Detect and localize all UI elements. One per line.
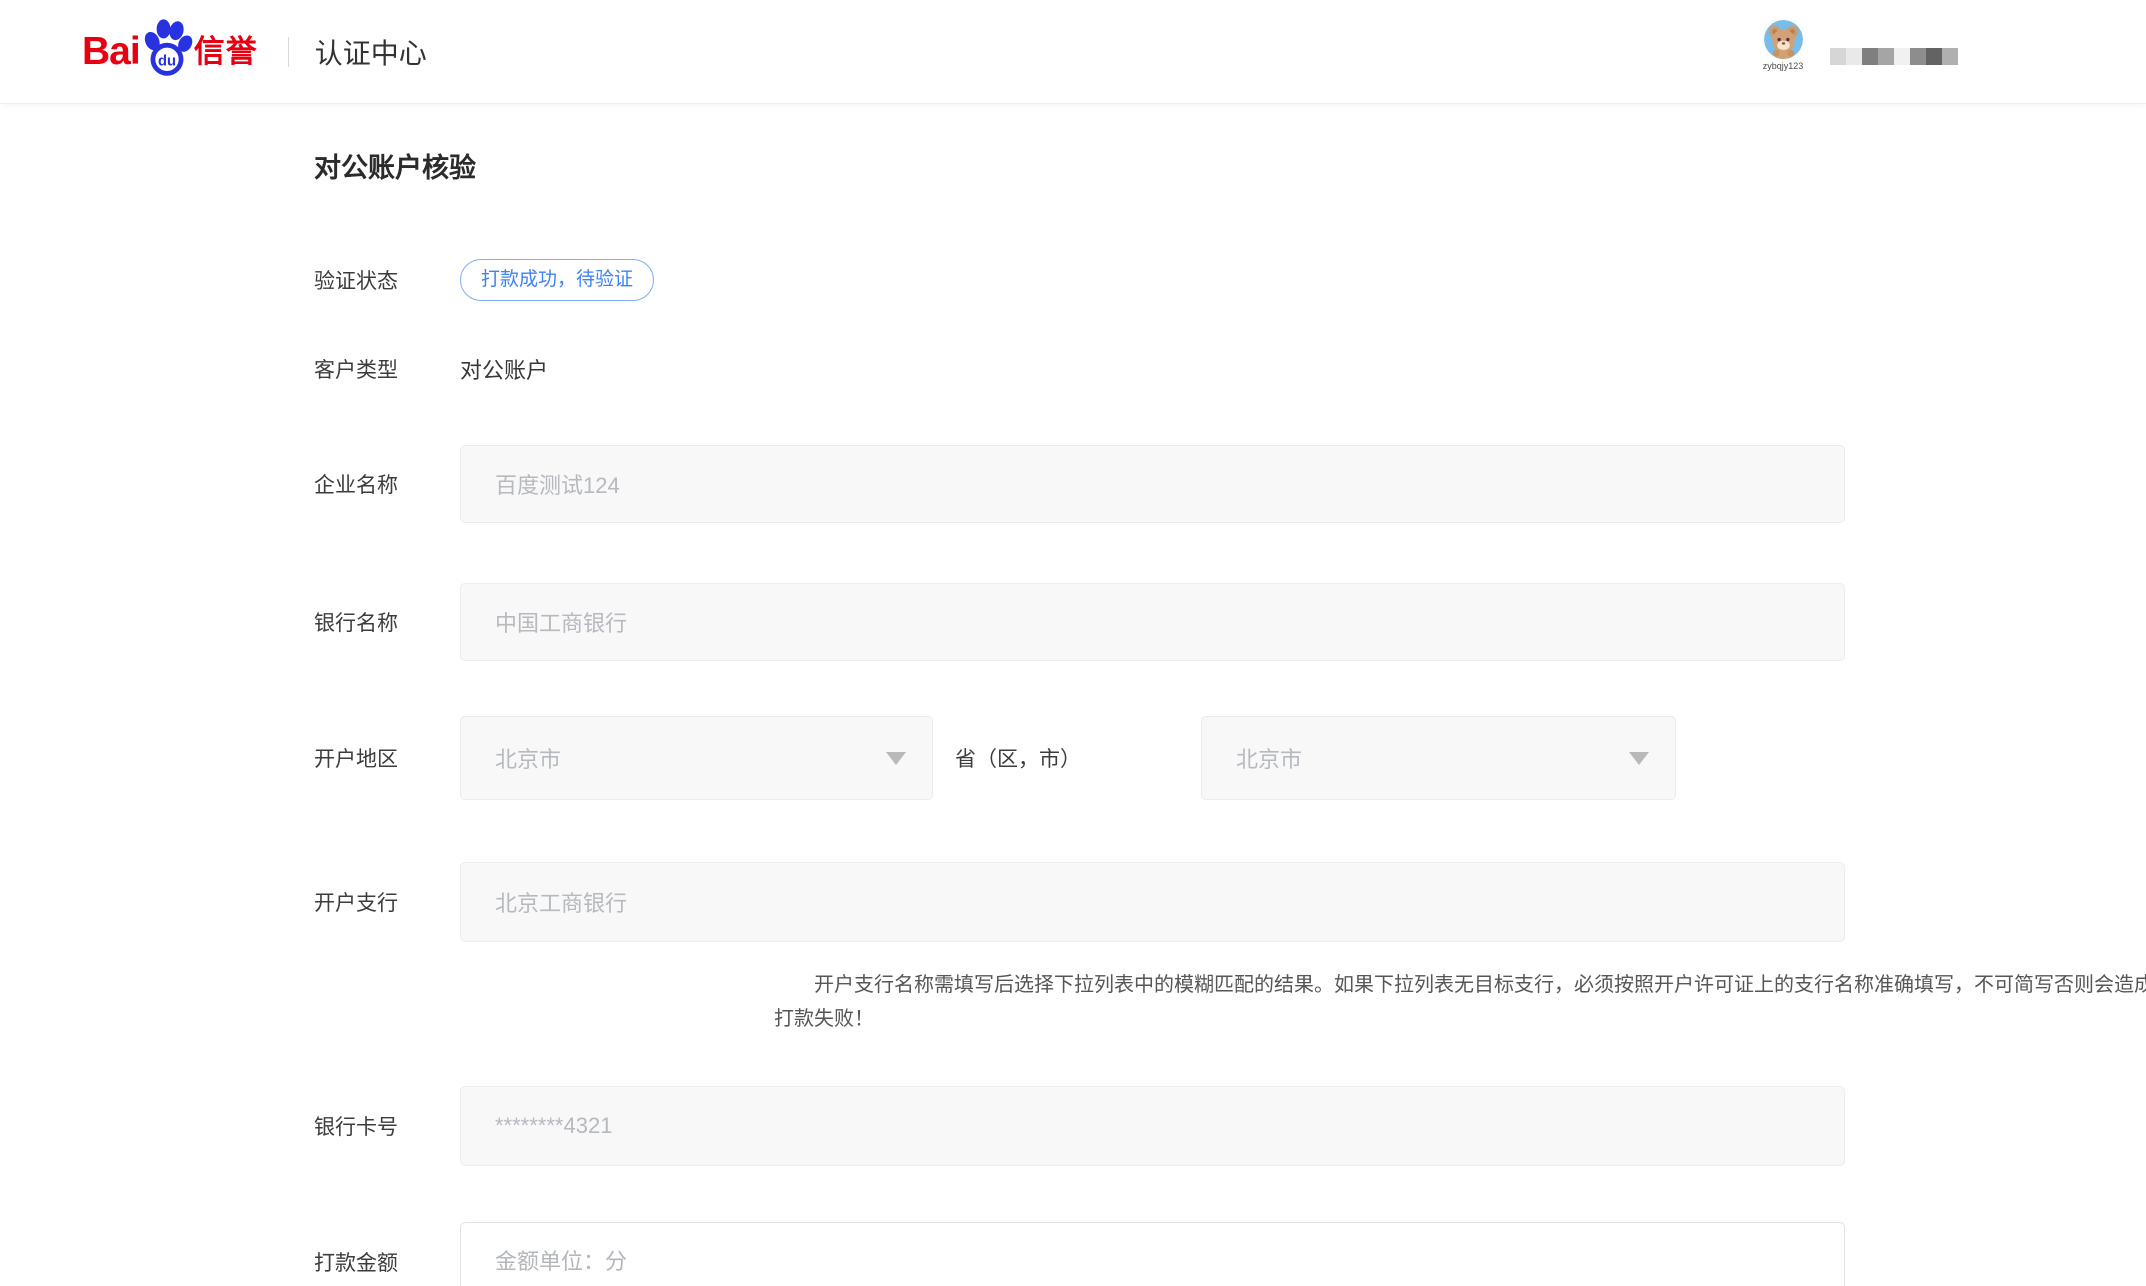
branch-help-text: 开户支行名称需填写后选择下拉列表中的模糊匹配的结果。如果下拉列表无目标支行，必须… xyxy=(774,968,2146,1036)
verification-status-row: 验证状态 打款成功，待验证 xyxy=(314,259,2146,301)
bank-name-input[interactable] xyxy=(460,583,1845,661)
page-title: 对公账户核验 xyxy=(314,146,2146,185)
company-name-row: 企业名称 xyxy=(314,445,2146,523)
logo-text-du: du xyxy=(158,53,176,69)
chevron-down-icon xyxy=(886,752,906,765)
customer-type-value: 对公账户 xyxy=(460,353,548,385)
province-select-value: 北京市 xyxy=(495,742,561,774)
card-number-label: 银行卡号 xyxy=(314,1111,460,1141)
logo-text-bai: Bai xyxy=(82,32,140,71)
customer-type-row: 客户类型 对公账户 xyxy=(314,353,2146,385)
city-select-value: 北京市 xyxy=(1236,742,1302,774)
baidu-paw-icon: du xyxy=(141,19,193,77)
user-avatar[interactable] xyxy=(1764,20,1803,59)
logo-text-xinyu: 信誉 xyxy=(194,36,258,67)
payment-amount-input[interactable] xyxy=(460,1222,1845,1286)
portal-title: 认证中心 xyxy=(315,32,427,72)
company-name-input[interactable] xyxy=(460,445,1845,523)
city-select[interactable]: 北京市 xyxy=(1201,716,1676,800)
bank-name-label: 银行名称 xyxy=(314,607,460,637)
province-select[interactable]: 北京市 xyxy=(460,716,933,800)
top-header: Bai du 信誉 认证中心 xyxy=(0,0,2146,104)
customer-type-label: 客户类型 xyxy=(314,354,460,384)
region-label: 开户地区 xyxy=(314,743,460,773)
status-badge: 打款成功，待验证 xyxy=(460,259,654,301)
user-account: zybqjy123 xyxy=(1757,20,1809,71)
baidu-xinyu-logo[interactable]: Bai du 信誉 xyxy=(82,23,258,81)
status-label: 验证状态 xyxy=(314,265,460,295)
company-name-label: 企业名称 xyxy=(314,469,460,499)
redacted-name-mosaic xyxy=(1830,48,1958,65)
main-content: 对公账户核验 验证状态 打款成功，待验证 客户类型 对公账户 企业名称 银行名称… xyxy=(0,104,2146,1286)
card-number-input[interactable] xyxy=(460,1086,1845,1166)
branch-input[interactable] xyxy=(460,862,1845,942)
payment-amount-label: 打款金额 xyxy=(314,1247,460,1277)
payment-amount-row: 打款金额 xyxy=(314,1222,2146,1286)
branch-label: 开户支行 xyxy=(314,887,460,917)
branch-row: 开户支行 xyxy=(314,862,2146,942)
card-number-row: 银行卡号 xyxy=(314,1086,2146,1166)
account-region-row: 开户地区 北京市 省（区，市） 北京市 xyxy=(314,716,2146,800)
bank-name-row: 银行名称 xyxy=(314,583,2146,661)
region-separator-label: 省（区，市） xyxy=(955,743,1081,773)
header-divider xyxy=(288,37,289,67)
username-text: zybqjy123 xyxy=(1757,61,1809,71)
chevron-down-icon xyxy=(1629,752,1649,765)
